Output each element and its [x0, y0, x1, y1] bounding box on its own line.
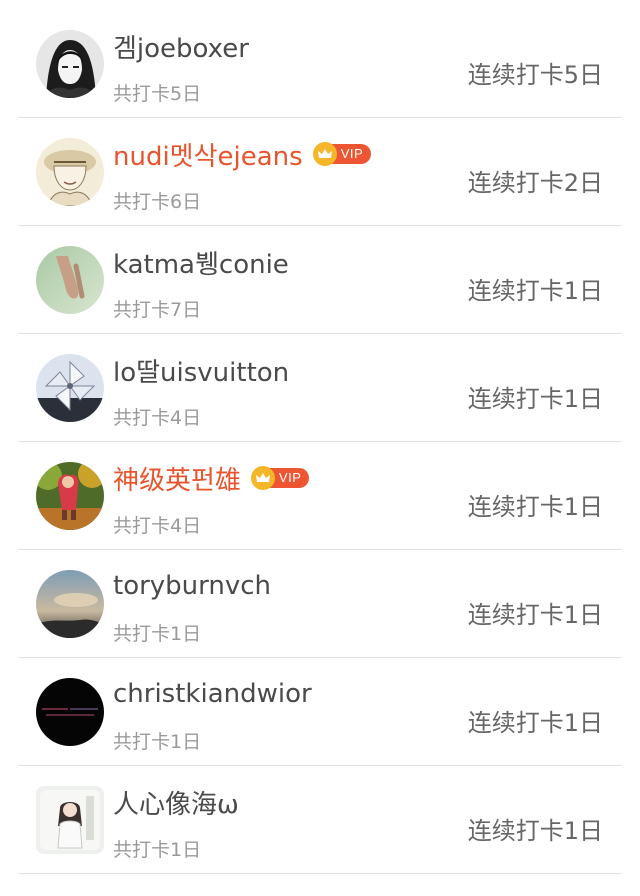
streak-checkin-count: 连续打卡1日 — [467, 709, 603, 737]
total-checkin-count: 共打卡7日 — [113, 299, 202, 321]
crown-icon — [312, 142, 337, 166]
list-item[interactable]: 神级英펀雄 VIP 共打卡4日 连续打卡1日 — [0, 442, 640, 550]
total-checkin-count: 共打卡1日 — [113, 731, 202, 753]
avatar[interactable] — [36, 354, 104, 422]
total-checkin-count: 共打卡4日 — [113, 515, 202, 537]
total-checkin-count: 共打卡4日 — [113, 407, 202, 429]
list-item[interactable]: toryburnvch 共打卡1日 连续打卡1日 — [0, 550, 640, 658]
streak-checkin-count: 连续打卡1日 — [467, 817, 603, 845]
vip-badge: VIP — [250, 466, 310, 490]
streak-checkin-count: 连续打卡5日 — [467, 61, 603, 89]
total-checkin-count: 共打卡6日 — [113, 191, 202, 213]
list-item[interactable]: katma뷍conie 共打卡7日 连续打卡1日 — [0, 226, 640, 334]
list-item[interactable]: nudi멧삭ejeans VIP 共打卡6日 连续打卡2日 — [0, 118, 640, 226]
user-name[interactable]: christkiandwior — [113, 679, 312, 709]
streak-checkin-count: 连续打卡1日 — [467, 277, 603, 305]
avatar[interactable] — [36, 246, 104, 314]
avatar[interactable] — [36, 30, 104, 98]
streak-checkin-count: 连续打卡1日 — [467, 385, 603, 413]
list-item[interactable]: lo딸uisvuitton 共打卡4日 连续打卡1日 — [0, 334, 640, 442]
list-item[interactable]: christkiandwior 共打卡1日 连续打卡1日 — [0, 658, 640, 766]
streak-checkin-count: 连续打卡2日 — [467, 169, 603, 197]
avatar[interactable] — [36, 678, 104, 746]
avatar[interactable] — [36, 462, 104, 530]
user-name[interactable]: 人心像海ω — [113, 784, 239, 821]
avatar[interactable] — [36, 138, 104, 206]
user-name[interactable]: 겜joeboxer — [113, 28, 249, 65]
user-name[interactable]: 神级英펀雄 — [113, 460, 241, 497]
total-checkin-count: 共打卡5日 — [113, 83, 202, 105]
vip-badge: VIP — [312, 142, 372, 166]
avatar[interactable] — [36, 786, 104, 854]
divider — [18, 873, 622, 874]
checkin-member-list: 겜joeboxer 共打卡5日 连续打卡5日 nudi멧삭ejeans VIP — [0, 0, 640, 896]
total-checkin-count: 共打卡1日 — [113, 839, 202, 861]
user-name[interactable]: nudi멧삭ejeans — [113, 136, 303, 173]
user-name[interactable]: katma뷍conie — [113, 244, 289, 281]
total-checkin-count: 共打卡1日 — [113, 623, 202, 645]
streak-checkin-count: 连续打卡1日 — [467, 493, 603, 521]
user-name[interactable]: lo딸uisvuitton — [113, 352, 289, 389]
avatar[interactable] — [36, 570, 104, 638]
streak-checkin-count: 连续打卡1日 — [467, 601, 603, 629]
crown-icon — [250, 466, 275, 490]
list-item[interactable]: 겜joeboxer 共打卡5日 连续打卡5日 — [0, 10, 640, 118]
list-item[interactable]: 人心像海ω 共打卡1日 连续打卡1日 — [0, 766, 640, 874]
user-name[interactable]: toryburnvch — [113, 571, 271, 601]
